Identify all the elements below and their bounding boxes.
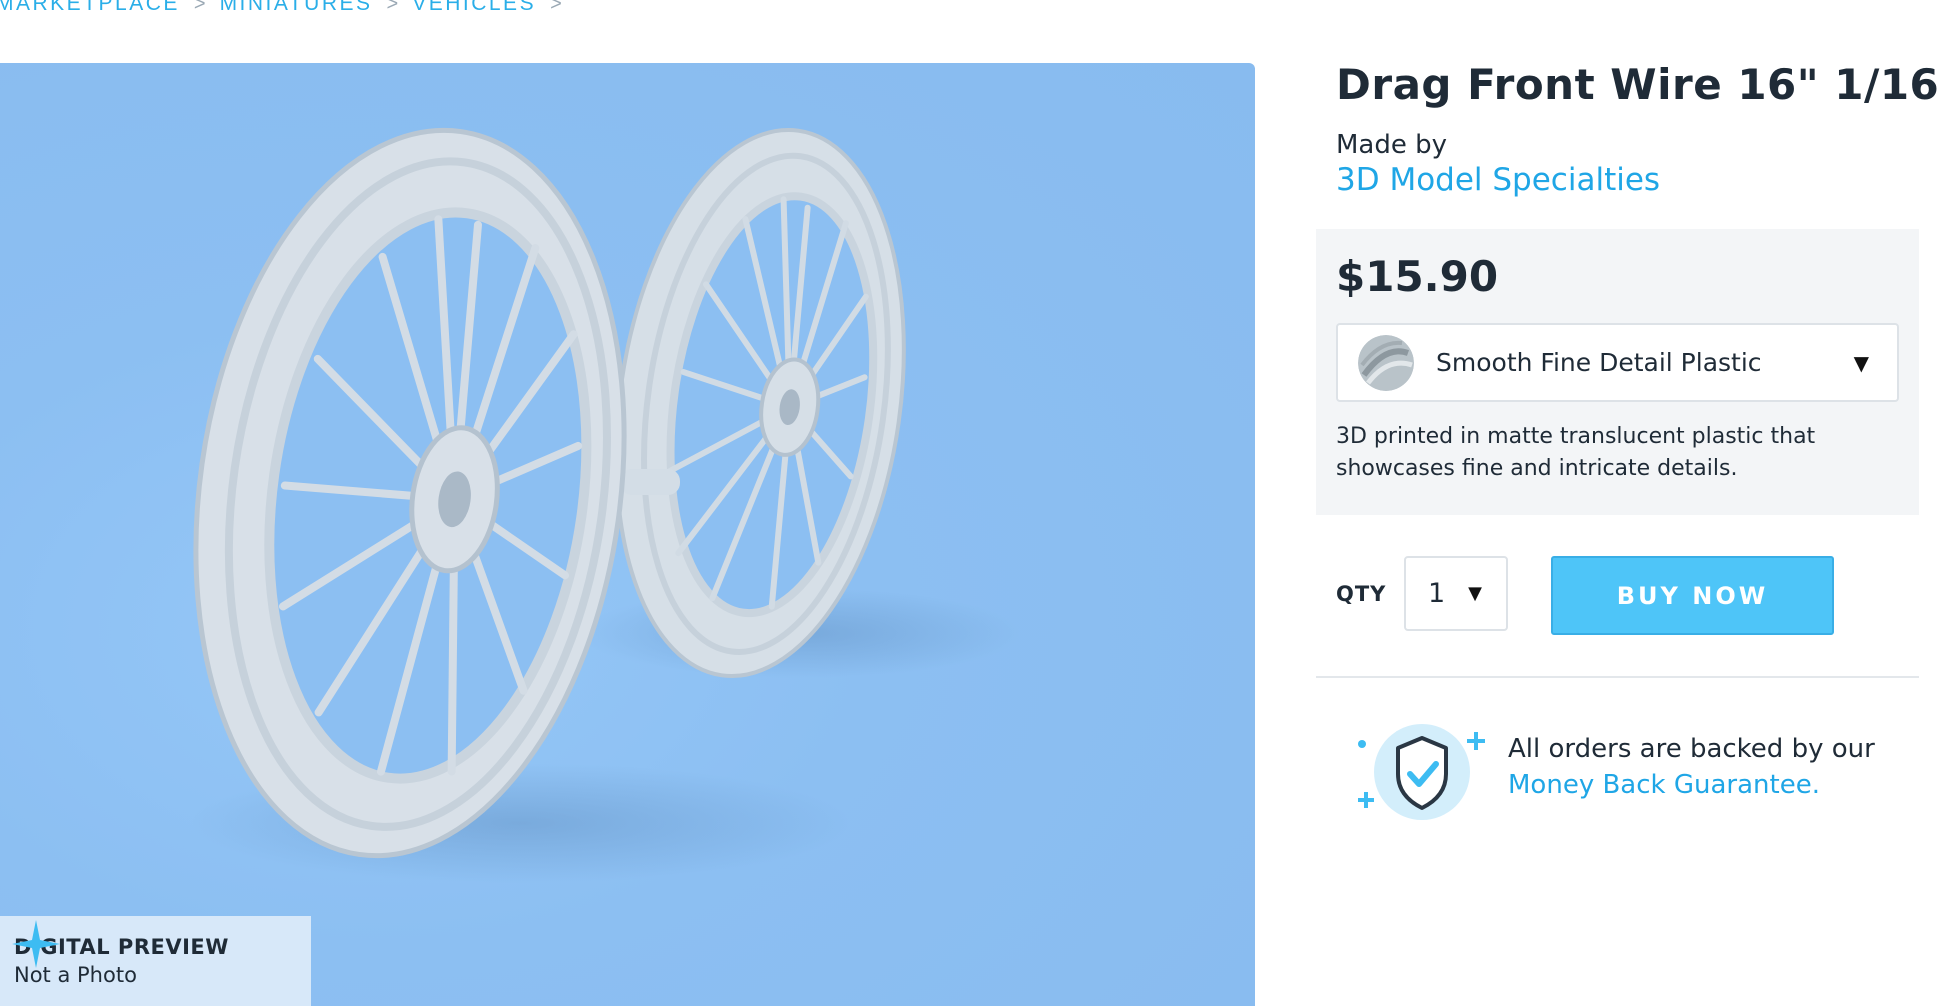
- qty-label: QTY: [1336, 582, 1387, 606]
- sparkle-icon: [12, 920, 60, 968]
- money-back-guarantee-link[interactable]: Money Back Guarantee.: [1508, 770, 1820, 800]
- shield-check-icon: [1358, 724, 1485, 820]
- caret-down-icon: ▼: [1853, 350, 1869, 375]
- qty-value: 1: [1428, 578, 1446, 609]
- product-title: Drag Front Wire 16" 1/16: [1336, 60, 1940, 109]
- material-label: Smooth Fine Detail Plastic: [1436, 348, 1762, 377]
- chevron-right-icon: >: [386, 0, 399, 15]
- chevron-right-icon: >: [193, 0, 206, 15]
- digital-preview-badge: DIGITAL PREVIEW Not a Photo: [0, 916, 311, 1006]
- qty-select[interactable]: 1 ▼: [1404, 556, 1508, 631]
- breadcrumb-marketplace[interactable]: MARKETPLACE: [0, 0, 180, 16]
- material-select[interactable]: Smooth Fine Detail Plastic ▼: [1336, 323, 1899, 402]
- buy-now-button[interactable]: BUY NOW: [1551, 556, 1834, 635]
- breadcrumb-vehicles[interactable]: VEHICLES: [412, 0, 536, 16]
- price-panel: $15.90 Smooth Fine Detail Plastic ▼ 3D p…: [1316, 229, 1919, 515]
- caret-down-icon: ▼: [1468, 583, 1482, 604]
- maker-link[interactable]: 3D Model Specialties: [1336, 162, 1660, 198]
- guarantee-line: All orders are backed by our: [1508, 734, 1875, 764]
- material-swatch-icon: [1358, 334, 1414, 391]
- product-preview-image[interactable]: DIGITAL PREVIEW Not a Photo: [0, 63, 1255, 1006]
- made-by-label: Made by: [1336, 130, 1448, 160]
- breadcrumb: MARKETPLACE > MINIATURES > VEHICLES >: [0, 0, 562, 19]
- divider: [1316, 676, 1919, 678]
- product-price: $15.90: [1336, 252, 1499, 301]
- material-description: 3D printed in matte translucent plastic …: [1336, 424, 1816, 481]
- guarantee-text: All orders are backed by our Money Back …: [1508, 731, 1875, 803]
- wheels-render: [190, 127, 1020, 883]
- breadcrumb-miniatures[interactable]: MINIATURES: [220, 0, 373, 16]
- chevron-right-icon: >: [550, 0, 562, 15]
